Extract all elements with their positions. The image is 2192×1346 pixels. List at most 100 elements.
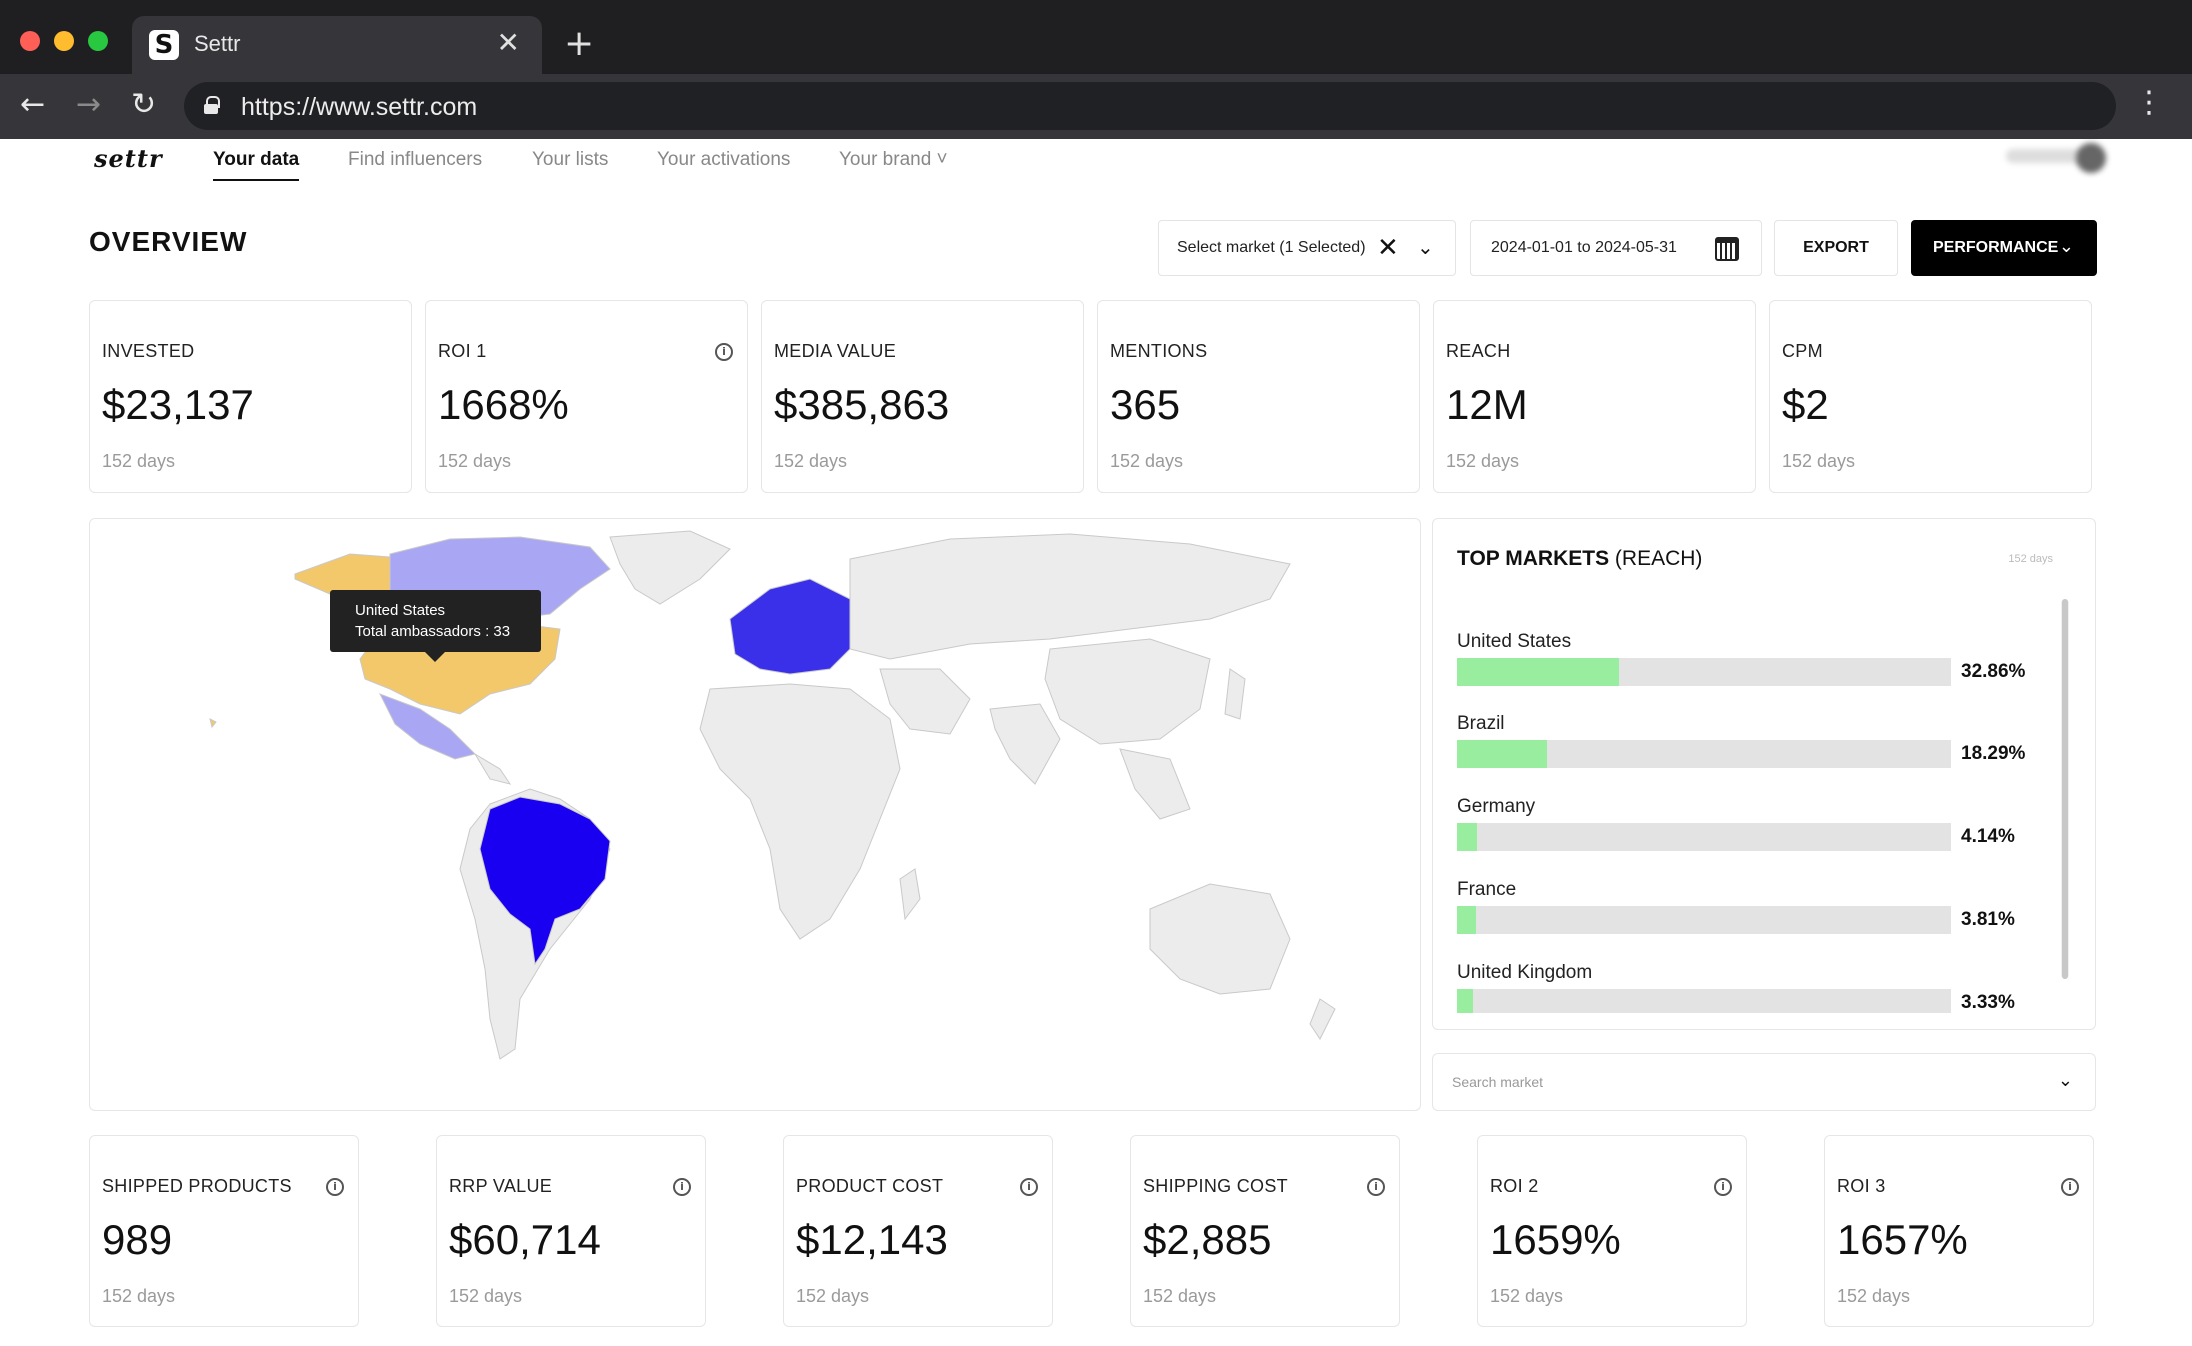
market-bar-fill — [1457, 740, 1548, 768]
market-percent: 18.29% — [1961, 743, 2026, 764]
top-markets-list: United States 32.86% Brazil 18.29% Germa… — [1433, 519, 2053, 1013]
info-icon[interactable]: i — [1714, 1178, 1732, 1196]
kpi-label: CPM — [1782, 341, 1823, 361]
markets-scrollbar-thumb[interactable] — [2062, 599, 2068, 979]
map-region-middle-east — [879, 668, 971, 735]
kpi-card-cpm: CPM $2 152 days — [1769, 300, 2092, 493]
market-bar-track — [1457, 906, 1951, 934]
market-select[interactable]: Select market (1 Selected) ✕ ⌄ — [1158, 220, 1456, 276]
address-bar[interactable]: https://www.settr.com — [184, 82, 2116, 130]
kpi-card-shipping-cost: SHIPPING COST i $2,885 152 days — [1130, 1135, 1400, 1327]
kpi-period: 152 days — [774, 451, 848, 471]
kpi-label: INVESTED — [102, 341, 195, 361]
kpi-label: REACH — [1446, 341, 1511, 361]
tab-close-icon[interactable]: ✕ — [497, 28, 520, 58]
kpi-label: MENTIONS — [1110, 341, 1208, 361]
nav-your-brand[interactable]: Your brand ˅ — [839, 149, 948, 171]
kpi-value: 365 — [1110, 381, 1181, 428]
kpi-card-invested: INVESTED $23,137 152 days — [89, 300, 412, 493]
market-bar-track — [1457, 740, 1951, 768]
url-text[interactable]: https://www.settr.com — [241, 93, 477, 122]
info-icon[interactable]: i — [715, 343, 733, 361]
kpi-period: 152 days — [1143, 1286, 1217, 1306]
nav-find-influencers[interactable]: Find influencers — [348, 149, 482, 171]
nav-your-lists[interactable]: Your lists — [532, 149, 608, 171]
kpi-label: MEDIA VALUE — [774, 341, 897, 361]
kpi-value: $60,714 — [449, 1216, 601, 1263]
map-tooltip: United States Total ambassadors : 33 — [330, 590, 541, 662]
world-map-svg — [209, 530, 1336, 1060]
map-region-western-europe — [729, 578, 851, 675]
kpi-value: 12M — [1446, 381, 1528, 428]
chevron-down-icon[interactable]: ⌄ — [2058, 1070, 2073, 1091]
market-name: Germany — [1457, 796, 1536, 817]
browser-tab[interactable]: S Settr ✕ — [132, 16, 542, 74]
search-market-placeholder: Search market — [1452, 1074, 1544, 1090]
market-percent: 3.33% — [1961, 992, 2015, 1013]
markets-scrollbar[interactable] — [2061, 599, 2069, 979]
market-bar-track — [1457, 658, 1951, 686]
map-region-southeast-asia — [1119, 748, 1191, 820]
new-tab-icon[interactable]: + — [564, 24, 594, 64]
page-title: OVERVIEW — [89, 226, 248, 257]
browser-toolbar: ← → ↻ https://www.settr.com ⋮ — [0, 74, 2192, 139]
kpi-label: ROI 1 — [438, 341, 487, 361]
map-region-japan — [1224, 668, 1246, 720]
chevron-down-icon[interactable]: ⌄ — [1417, 235, 1434, 259]
market-row[interactable]: United States 32.86% — [1457, 631, 2041, 713]
info-icon[interactable]: i — [1020, 1178, 1038, 1196]
market-row[interactable]: Brazil 18.29% — [1457, 713, 2041, 795]
market-bar-fill — [1457, 658, 1620, 686]
map-region-india — [989, 703, 1061, 785]
reload-icon[interactable]: ↻ — [131, 88, 156, 122]
market-bar-track — [1457, 989, 1951, 1013]
kpi-period: 152 days — [796, 1286, 870, 1306]
info-icon[interactable]: i — [2061, 1178, 2079, 1196]
map-region-greenland — [609, 530, 731, 605]
market-row[interactable]: Germany 4.14% — [1457, 796, 2041, 878]
browser-menu-icon[interactable]: ⋮ — [2134, 86, 2164, 120]
market-bar-track — [1457, 823, 1951, 851]
clear-market-icon[interactable]: ✕ — [1377, 233, 1399, 263]
world-map[interactable]: United States Total ambassadors : 33 — [89, 518, 1421, 1111]
date-range-picker[interactable]: 2024-01-01 to 2024-05-31 — [1470, 220, 1762, 276]
kpi-value: 989 — [102, 1216, 173, 1263]
user-name-blurred[interactable] — [2006, 149, 2086, 163]
window-zoom-button[interactable] — [88, 31, 108, 51]
info-icon[interactable]: i — [326, 1178, 344, 1196]
kpi-card-shipped-products: SHIPPED PRODUCTS i 989 152 days — [89, 1135, 359, 1327]
app-navigation: settr Your data Find influencers Your li… — [0, 139, 2192, 183]
map-region-new-zealand — [1309, 998, 1336, 1040]
back-arrow-icon[interactable]: ← — [20, 88, 45, 122]
settr-logo[interactable]: settr — [94, 144, 163, 173]
export-button[interactable]: EXPORT — [1774, 220, 1898, 276]
kpi-label: ROI 3 — [1837, 1176, 1886, 1196]
calendar-icon[interactable] — [1715, 237, 1739, 261]
kpi-card-roi-1: ROI 1 i 1668% 152 days — [425, 300, 748, 493]
kpi-value: $12,143 — [796, 1216, 948, 1263]
kpi-period: 152 days — [449, 1286, 523, 1306]
info-icon[interactable]: i — [673, 1178, 691, 1196]
browser-chrome: S Settr ✕ + ← → ↻ https://www.settr.com … — [0, 0, 2192, 139]
nav-your-activations[interactable]: Your activations — [657, 149, 790, 171]
window-close-button[interactable] — [20, 31, 40, 51]
lock-icon — [204, 96, 220, 114]
market-row[interactable]: United Kingdom 3.33% — [1457, 962, 2041, 1013]
forward-arrow-icon[interactable]: → — [76, 88, 101, 122]
kpi-card-media-value: MEDIA VALUE $385,863 152 days — [761, 300, 1084, 493]
map-region-east-asia — [1044, 638, 1211, 745]
info-icon[interactable]: i — [1367, 1178, 1385, 1196]
kpi-label: SHIPPED PRODUCTS — [102, 1176, 292, 1196]
window-minimize-button[interactable] — [54, 31, 74, 51]
market-row[interactable]: France 3.81% — [1457, 879, 2041, 961]
avatar[interactable] — [2076, 143, 2106, 173]
nav-your-data[interactable]: Your data — [213, 149, 300, 181]
map-region-madagascar — [899, 868, 921, 921]
market-percent: 3.81% — [1961, 909, 2015, 930]
kpi-label: SHIPPING COST — [1143, 1176, 1288, 1196]
market-name: France — [1457, 879, 1517, 900]
search-market-dropdown[interactable]: Search market ⌄ — [1432, 1053, 2096, 1111]
kpi-value: 1668% — [438, 381, 569, 428]
market-percent: 4.14% — [1961, 826, 2015, 847]
performance-dropdown[interactable]: PERFORMANCE ⌄ — [1911, 220, 2097, 276]
